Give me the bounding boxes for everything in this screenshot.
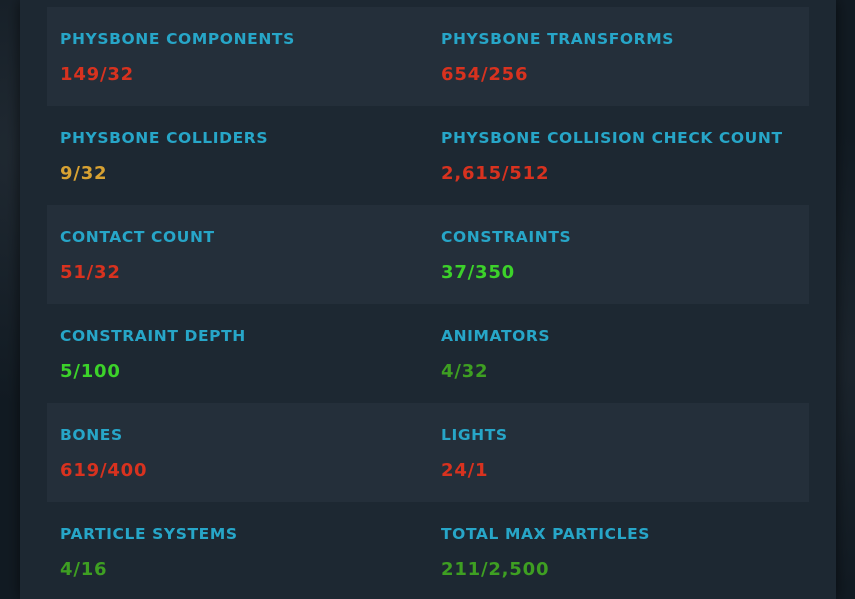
stat-value: 9/32 bbox=[60, 163, 108, 184]
stat-physbone-components: PHYSBONE COMPONENTS 149/32 bbox=[60, 7, 430, 106]
performance-stats-panel: PHYSBONE COMPONENTS 149/32 PHYSBONE TRAN… bbox=[20, 0, 836, 599]
stat-physbone-colliders: PHYSBONE COLLIDERS 9/32 bbox=[60, 106, 430, 205]
stat-value: 4/16 bbox=[60, 559, 108, 580]
stat-physbone-transforms: PHYSBONE TRANSFORMS 654/256 bbox=[441, 7, 801, 106]
stat-label: LIGHTS bbox=[441, 426, 508, 444]
stats-row: PHYSBONE COMPONENTS 149/32 PHYSBONE TRAN… bbox=[47, 7, 809, 106]
stat-total-max-particles: TOTAL MAX PARTICLES 211/2,500 bbox=[441, 502, 801, 599]
stat-label: PHYSBONE COLLIDERS bbox=[60, 129, 269, 147]
stat-particle-systems: PARTICLE SYSTEMS 4/16 bbox=[60, 502, 430, 599]
stat-value: 619/400 bbox=[60, 460, 148, 481]
stat-label: CONSTRAINT DEPTH bbox=[60, 327, 246, 345]
stat-constraints: CONSTRAINTS 37/350 bbox=[441, 205, 801, 304]
stat-label: PARTICLE SYSTEMS bbox=[60, 525, 238, 543]
stats-row: PARTICLE SYSTEMS 4/16 TOTAL MAX PARTICLE… bbox=[47, 502, 809, 599]
stat-label: TOTAL MAX PARTICLES bbox=[441, 525, 651, 543]
stat-label: PHYSBONE COMPONENTS bbox=[60, 30, 295, 48]
stats-row: PHYSBONE COLLIDERS 9/32 PHYSBONE COLLISI… bbox=[47, 106, 809, 205]
stat-label: BONES bbox=[60, 426, 123, 444]
stat-value: 2,615/512 bbox=[441, 163, 550, 184]
stat-value: 24/1 bbox=[441, 460, 489, 481]
stat-label: CONSTRAINTS bbox=[441, 228, 572, 246]
stat-constraint-depth: CONSTRAINT DEPTH 5/100 bbox=[60, 304, 430, 403]
stat-value: 211/2,500 bbox=[441, 559, 550, 580]
stats-row: BONES 619/400 LIGHTS 24/1 bbox=[47, 403, 809, 502]
stat-lights: LIGHTS 24/1 bbox=[441, 403, 801, 502]
stat-contact-count: CONTACT COUNT 51/32 bbox=[60, 205, 430, 304]
stat-bones: BONES 619/400 bbox=[60, 403, 430, 502]
stat-label: ANIMATORS bbox=[441, 327, 551, 345]
stat-value: 51/32 bbox=[60, 262, 121, 283]
stat-value: 5/100 bbox=[60, 361, 121, 382]
stat-label: PHYSBONE TRANSFORMS bbox=[441, 30, 674, 48]
stat-value: 4/32 bbox=[441, 361, 489, 382]
stat-physbone-collision-check-count: PHYSBONE COLLISION CHECK COUNT 2,615/512 bbox=[441, 106, 801, 205]
stat-value: 149/32 bbox=[60, 64, 134, 85]
stat-animators: ANIMATORS 4/32 bbox=[441, 304, 801, 403]
stats-row: CONTACT COUNT 51/32 CONSTRAINTS 37/350 bbox=[47, 205, 809, 304]
stat-label: CONTACT COUNT bbox=[60, 228, 215, 246]
stats-row: CONSTRAINT DEPTH 5/100 ANIMATORS 4/32 bbox=[47, 304, 809, 403]
stat-value: 654/256 bbox=[441, 64, 529, 85]
stat-label: PHYSBONE COLLISION CHECK COUNT bbox=[441, 129, 783, 147]
stat-value: 37/350 bbox=[441, 262, 515, 283]
